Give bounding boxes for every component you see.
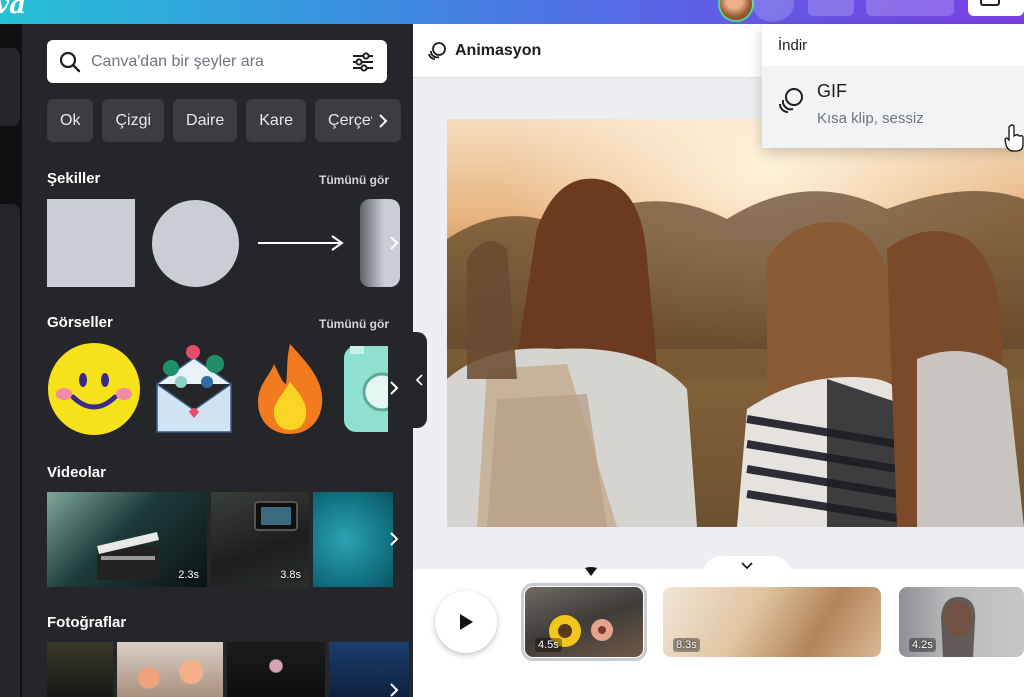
chevron-left-icon [415, 374, 423, 386]
timeline-clip[interactable]: 4.2s [899, 587, 1024, 657]
canvas-photo [447, 119, 1024, 527]
photo-thumbnail[interactable] [117, 642, 223, 697]
chevron-right-icon [379, 113, 388, 128]
clip-duration: 8.3s [673, 638, 700, 652]
fire-sticker[interactable] [252, 342, 328, 436]
timeline-clip-selected[interactable]: 4.5s [521, 583, 647, 661]
graphics-next-button[interactable] [382, 376, 406, 400]
gif-option[interactable]: GIF Kısa klip, sessiz [762, 66, 1024, 148]
chevron-right-icon [390, 381, 399, 395]
chip-ok[interactable]: Ok [47, 99, 94, 142]
videos-next-button[interactable] [382, 527, 406, 551]
clip-duration: 4.5s [535, 638, 562, 652]
avatar[interactable] [718, 0, 754, 22]
camera-monitor-icon [254, 501, 298, 531]
envelope-flowers-sticker[interactable] [151, 342, 237, 436]
elements-panel: Canva'dan bir şeyler ara Ok Çizgi Daire … [22, 24, 413, 697]
animation-button[interactable]: Animasyon [455, 42, 541, 60]
photos-next-button[interactable] [382, 678, 406, 697]
rail-tab-active[interactable] [0, 204, 20, 697]
shape-arrow[interactable] [256, 233, 346, 253]
animation-icon [428, 41, 446, 60]
analytics-button[interactable] [808, 0, 854, 16]
gif-animation-icon [779, 88, 803, 113]
videos-row: 2.3s 3.8s [47, 492, 393, 587]
chip-line[interactable]: Çizgi [102, 99, 165, 142]
suggestion-chips: Ok Çizgi Daire Kare Çerçeve [47, 99, 413, 143]
left-rail [0, 24, 22, 697]
search-icon [59, 51, 81, 72]
clip-duration: 4.2s [909, 638, 936, 652]
video-thumbnail[interactable] [313, 492, 393, 587]
shape-circle[interactable] [152, 200, 239, 287]
rail-tab[interactable] [0, 48, 20, 126]
photos-title: Fotoğraflar [47, 614, 127, 631]
top-bar: va [0, 0, 1024, 24]
clapperboard-icon [97, 532, 159, 580]
shape-square[interactable] [47, 199, 135, 287]
dropdown-header: İndir [778, 37, 808, 54]
chip-circle[interactable]: Daire [173, 99, 238, 142]
gif-option-title: GIF [817, 81, 847, 101]
smiley-sticker[interactable] [47, 342, 141, 436]
shapes-see-all-link[interactable]: Tümünü gör [319, 173, 389, 187]
video-duration: 2.3s [178, 569, 199, 581]
photo-thumbnail[interactable] [47, 642, 113, 697]
timeline: 4.5s 8.3s 4.2s [413, 569, 1024, 697]
collapse-panel-button[interactable] [411, 332, 427, 428]
design-canvas[interactable] [447, 119, 1024, 527]
chevron-right-icon [390, 236, 399, 250]
chips-next-button[interactable] [372, 99, 394, 142]
graphics-see-all-link[interactable]: Tümünü gör [319, 317, 389, 331]
video-duration: 3.8s [280, 569, 301, 581]
filter-icon [353, 51, 373, 72]
shapes-title: Şekiller [47, 170, 101, 187]
share-icon [980, 0, 1000, 6]
search-input[interactable]: Canva'dan bir şeyler ara [91, 53, 351, 71]
videos-title: Videolar [47, 464, 106, 481]
video-thumbnail[interactable]: 2.3s [47, 492, 207, 587]
play-button[interactable] [435, 591, 497, 653]
present-button[interactable] [866, 0, 954, 16]
photos-row [47, 642, 409, 697]
add-collaborator-button[interactable] [752, 0, 794, 22]
gif-option-subtitle: Kısa klip, sessiz [817, 110, 924, 127]
flower-icon [591, 619, 613, 641]
download-dropdown: İndir GIF Kısa klip, sessiz [762, 24, 1024, 148]
chip-square[interactable]: Kare [246, 99, 307, 142]
canva-logo-icon[interactable]: va [0, 0, 26, 20]
photo-thumbnail[interactable] [227, 642, 325, 697]
chevron-right-icon [390, 532, 399, 546]
shapes-next-button[interactable] [382, 231, 406, 255]
portrait-icon [941, 596, 976, 657]
search-box[interactable]: Canva'dan bir şeyler ara [47, 40, 387, 83]
chevron-right-icon [390, 683, 399, 697]
timeline-clip[interactable]: 8.3s [663, 587, 881, 657]
playhead-icon[interactable] [584, 567, 598, 577]
graphics-title: Görseller [47, 314, 113, 331]
play-icon [460, 614, 473, 630]
filter-button[interactable] [351, 50, 375, 74]
hand-cursor-icon [1004, 124, 1024, 152]
video-thumbnail[interactable]: 3.8s [211, 492, 309, 587]
share-button[interactable] [968, 0, 1024, 16]
